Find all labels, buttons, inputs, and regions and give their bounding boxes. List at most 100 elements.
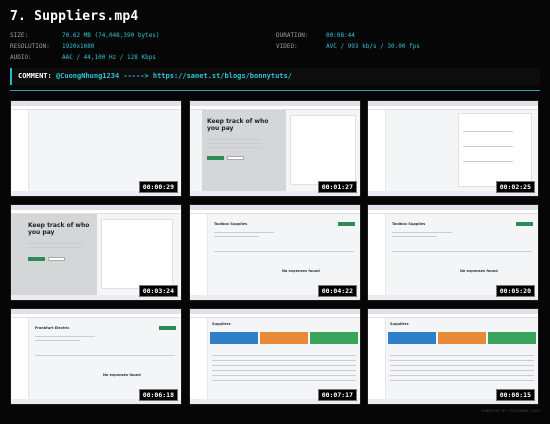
tab-row [35,355,175,356]
side-nav [11,318,29,399]
duration-label: DURATION: [276,32,309,39]
comment-text: @CuongNhung1234 -----> https://sanet.st/… [55,72,292,80]
video-thumbnail[interactable]: 00:00:29 [10,100,182,197]
empty-state-text: No expenses found [282,269,320,273]
side-nav [190,214,208,295]
bullet [28,247,83,248]
video-value: AVC / 993 kb/s / 30.00 fps [326,43,420,50]
timestamp-badge: 00:00:29 [138,181,178,193]
detail-heading: Toolbox Supplies [214,222,248,226]
comment-label: COMMENT: [18,72,52,80]
field [214,232,274,233]
size-value: 70.62 MB (74,048,390 bytes) [62,32,160,39]
contact-sheet: 7. Suppliers.mp4 SIZE: 70.62 MB (74,048,3… [0,0,550,424]
video-label: VIDEO: [276,43,298,50]
detail-heading: Toolbox Supplies [392,222,426,226]
action-button [338,222,355,226]
timestamp-badge: 00:04:22 [317,285,357,297]
bullet [207,139,262,140]
bullet [28,243,83,244]
form-panel [101,219,173,289]
hero-text: Keep track of who you pay [207,118,269,132]
summary-card [438,332,486,344]
side-nav [190,318,208,399]
timestamp-badge: 00:05:20 [495,285,535,297]
side-nav [368,110,386,191]
comment-bar: COMMENT: @CuongNhung1234 -----> https://… [10,68,540,85]
video-thumbnail[interactable]: Keep track of who you pay 00:01:27 [189,100,361,197]
table-row [390,355,534,356]
timestamp-badge: 00:01:27 [317,181,357,193]
table-row [390,370,534,371]
timestamp-badge: 00:07:17 [317,389,357,401]
detail-heading: Frankfurt Electric [35,326,70,330]
field [214,236,259,237]
audio-label: AUDIO: [10,54,32,61]
table-row [212,370,356,371]
empty-state-text: No expenses found [460,269,498,273]
primary-button [28,257,45,261]
table-row [390,380,534,381]
field [35,336,95,337]
size-row: SIZE: 70.62 MB (74,048,390 bytes) [10,32,160,39]
field [463,161,513,162]
list-heading: Suppliers [390,322,409,326]
timestamp-badge: 00:03:24 [138,285,178,297]
address-bar [190,314,360,318]
duration-value: 00:08:44 [326,32,355,39]
summary-card [260,332,308,344]
audio-value: AAC / 44,100 Hz / 128 Kbps [62,54,156,61]
summary-card [310,332,358,344]
side-nav [368,214,386,295]
primary-button [207,156,224,160]
video-thumbnail[interactable]: Frankfurt Electric No expenses found 00:06… [10,308,182,405]
video-thumbnail[interactable]: Toolbox Supplies No expenses found 00:04:2… [189,204,361,301]
side-nav [11,110,29,191]
video-thumbnail[interactable]: Keep track of who you pay 00:03:24 [10,204,182,301]
side-nav [368,318,386,399]
table-row [390,375,534,376]
video-thumbnail[interactable]: Suppliers 00:08:15 [367,308,539,405]
footer-credit: GENERATED BY VIDEOGRAPH 2022 [480,409,540,413]
table-row [212,355,356,356]
size-label: SIZE: [10,32,29,39]
video-thumbnail[interactable]: Suppliers 00:07:17 [189,308,361,405]
field [35,340,80,341]
address-bar [368,210,538,214]
action-button [516,222,533,226]
timestamp-badge: 00:08:15 [495,389,535,401]
secondary-button [227,156,244,160]
table-row [212,380,356,381]
video-thumbnail[interactable]: 00:02:25 [367,100,539,197]
bullet [207,147,262,148]
form-panel [290,115,356,185]
table-row [212,365,356,366]
secondary-button [48,257,65,261]
timestamp-badge: 00:06:18 [138,389,178,401]
video-thumbnail[interactable]: Toolbox Supplies No expenses found 00:05:2… [367,204,539,301]
resolution-value: 1920x1080 [62,43,95,50]
summary-card [210,332,258,344]
audio-row: AUDIO: AAC / 44,100 Hz / 128 Kbps [10,54,156,61]
action-button [159,326,176,330]
address-bar [190,210,360,214]
field [463,146,513,147]
empty-state-text: No expenses found [103,373,141,377]
table-row [390,360,534,361]
address-bar [368,314,538,318]
bullet [207,143,262,144]
field [463,131,513,132]
resolution-label: RESOLUTION: [10,43,50,50]
address-bar [368,106,538,110]
address-bar [11,106,181,110]
tab-row [392,251,532,252]
table-row [212,360,356,361]
divider [10,90,540,91]
table-row [212,375,356,376]
hero-text: Keep track of who you pay [28,222,90,236]
form-panel [458,113,532,187]
video-title: 7. Suppliers.mp4 [10,9,139,24]
field [392,236,437,237]
timestamp-badge: 00:02:25 [495,181,535,193]
duration-row: DURATION: 00:08:44 [276,32,355,39]
